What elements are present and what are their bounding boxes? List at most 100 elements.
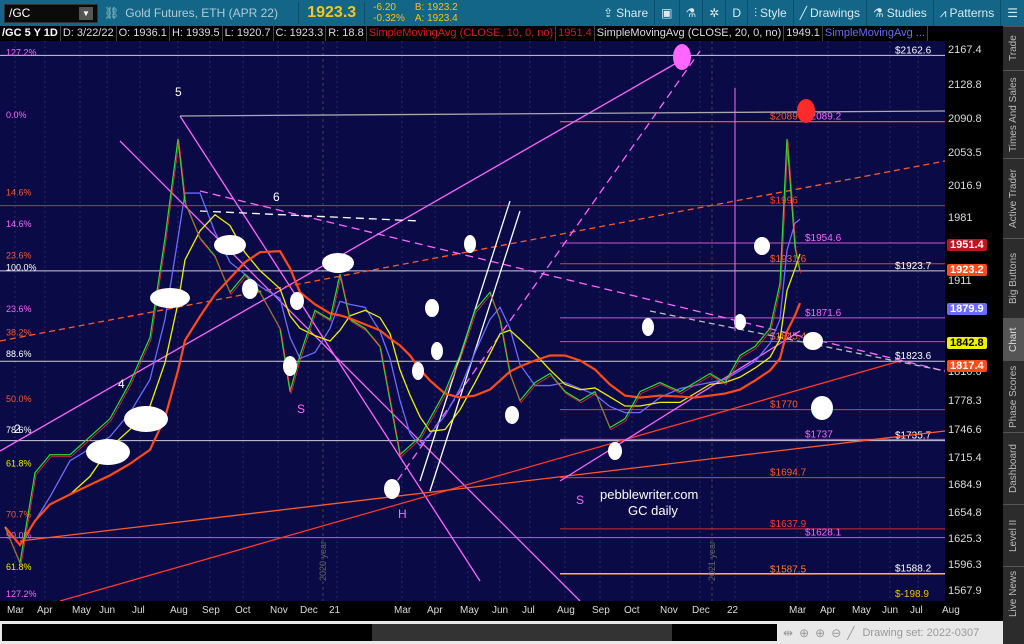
marker-oval <box>214 235 246 255</box>
year-label: 2021 year <box>707 541 717 581</box>
price-level-label: $1954.6 <box>805 233 842 244</box>
price-axis[interactable]: 2167.4 2128.8 2090.8 2053.5 2016.9 1981 1911 18… <box>945 41 1003 601</box>
bid-value: B: 1923.2 <box>414 2 458 13</box>
alerts-button[interactable]: ▣ <box>655 0 680 26</box>
flask-button[interactable]: ⚗ <box>680 0 704 26</box>
sidebar-tab-level-ii[interactable]: Level II <box>1003 504 1024 566</box>
sidebar-tab-phase-scores[interactable]: Phase Scores <box>1003 360 1024 432</box>
scrollbar-thumb[interactable] <box>372 624 672 641</box>
bar-high: H: 1939.5 <box>170 26 223 41</box>
crosshair-icon[interactable]: ⊕ <box>799 626 809 640</box>
price-tick: 1654.8 <box>948 506 982 519</box>
time-axis[interactable]: Mar Apr May Jun Jul Aug Sep Oct Nov Dec 21 Mar Apr Ma… <box>0 601 1003 621</box>
time-tick: Aug <box>170 605 188 616</box>
zoom-in-icon[interactable]: ⊕ <box>815 626 825 640</box>
right-sidebar: Trade Times And Sales Active Trader Big But… <box>1003 26 1024 644</box>
sma10-value: 1951.4 <box>556 26 595 41</box>
price-tick: 1778.3 <box>948 395 982 408</box>
candle-icon: ⫶ <box>754 5 758 20</box>
marker-oval <box>242 279 258 299</box>
time-tick: Oct <box>235 605 251 616</box>
price-tick: 2090.8 <box>948 113 982 126</box>
settings-button[interactable]: ✲ <box>703 0 727 26</box>
price-tick: 1746.6 <box>948 423 982 436</box>
patterns-button[interactable]: ⩘ Patterns <box>934 0 1002 26</box>
time-tick: May <box>852 605 871 616</box>
time-tick: Jun <box>99 605 116 616</box>
link-icon[interactable]: ⛓ <box>104 6 119 20</box>
share-button[interactable]: ⇪ Share <box>597 0 656 26</box>
draw-line-icon[interactable]: ╱ <box>847 626 854 640</box>
time-tick: Aug <box>557 605 575 616</box>
chart-footer: ⇹ ⊕ ⊕ ⊖ ╱ Drawing set: 2022-0307 <box>0 621 1003 644</box>
chart-scrollbar[interactable] <box>2 624 777 641</box>
marker-oval <box>608 442 622 460</box>
zoom-out-icon[interactable]: ⊖ <box>831 626 841 640</box>
trend-line <box>19 430 946 542</box>
sidebar-tab-active-trader[interactable]: Active Trader <box>1003 158 1024 238</box>
annotation-w5: 5 <box>175 85 182 99</box>
time-tick: Apr <box>820 605 836 616</box>
price-chart[interactable]: $2162.6 $2089.2 $2089 $1996 $1954.6 $1931.6 $1… <box>0 41 951 607</box>
sma3-label: SimpleMovingAvg ... <box>823 26 928 41</box>
price-tick: 1684.9 <box>948 479 982 492</box>
price-tag: 1817.4 <box>947 359 987 372</box>
price-tick: 1567.9 <box>948 584 982 597</box>
time-tick: Jul <box>522 605 535 616</box>
time-tick: 21 <box>329 605 341 616</box>
fib-label: 61.8% <box>6 562 32 572</box>
time-tick: Dec <box>692 605 710 616</box>
ask-value: A: 1923.4 <box>414 13 458 24</box>
flask-icon: ⚗ <box>872 6 884 20</box>
drawing-set-selector[interactable]: Drawing set: 2022-0307 <box>862 627 979 639</box>
fib-label: 38.2% <box>6 327 32 337</box>
instrument-description: Gold Futures, ETH (APR 22) <box>125 6 278 20</box>
time-tick: Apr <box>427 605 443 616</box>
price-tick: 1981 <box>948 212 973 225</box>
studies-button[interactable]: ⚗ Studies <box>867 0 934 26</box>
net-change: -6.20 -0.32% <box>373 2 405 24</box>
sidebar-tab-live-news[interactable]: Live News <box>1003 566 1024 620</box>
pencil-line-icon: ╱ <box>799 6 807 20</box>
sidebar-tab-trade[interactable]: Trade <box>1003 26 1024 70</box>
sma10-label: SimpleMovingAvg (CLOSE, 10, 0, no) <box>367 26 557 41</box>
fib-label: 23.6% <box>6 304 32 314</box>
time-tick: Nov <box>270 605 288 616</box>
marker-oval <box>384 479 400 499</box>
chart-canvas[interactable]: $2162.6$2089.2$2089$1996$1954.6$1931.6$1… <box>0 41 951 607</box>
sidebar-tab-chart[interactable]: Chart <box>1003 318 1024 360</box>
price-level-label: $1737 <box>805 429 833 440</box>
fib-label: 14.6% <box>6 219 32 229</box>
sidebar-tab-dashboard[interactable]: Dashboard <box>1003 432 1024 504</box>
bar-range: R: 18.8 <box>326 26 367 41</box>
bar-close: C: 1923.3 <box>274 26 327 41</box>
annotation-w4: 4 <box>118 377 125 391</box>
bar-open: O: 1936.1 <box>117 26 170 41</box>
chart-info-bar: /GC 5 Y 1D D: 3/22/22 O: 1936.1 H: 1939.… <box>0 26 1003 41</box>
drawings-button[interactable]: ╱ Drawings <box>794 0 867 26</box>
time-tick: Oct <box>624 605 640 616</box>
trend-line <box>199 210 421 222</box>
time-tick: Jul <box>910 605 923 616</box>
time-tick: May <box>72 605 91 616</box>
price-level-label: $1588.2 <box>895 564 932 575</box>
period-button[interactable]: D <box>726 0 748 26</box>
style-button[interactable]: ⫶ Style <box>748 0 794 26</box>
price-tick: 2053.5 <box>948 146 982 159</box>
sidebar-tab-big-buttons[interactable]: Big Buttons <box>1003 238 1024 318</box>
fib-label: 14.6% <box>6 188 32 198</box>
annotation-s1: S <box>297 402 305 416</box>
time-tick: Mar <box>7 605 25 616</box>
chevron-down-icon: ▼ <box>79 6 93 20</box>
price-level-label: $1628.1 <box>805 528 842 539</box>
patterns-icon: ⩘ <box>939 5 947 20</box>
pan-icon[interactable]: ⇹ <box>783 626 793 640</box>
symbol-selector[interactable]: /GC ▼ <box>4 3 98 23</box>
menu-button[interactable]: ☰ <box>1001 0 1024 26</box>
share-icon: ⇪ <box>603 6 614 20</box>
sidebar-tab-times-and-sales[interactable]: Times And Sales <box>1003 70 1024 158</box>
price-level-label: $2089 <box>770 112 798 123</box>
price-tick: 1715.4 <box>948 451 982 464</box>
annotation-h: H <box>398 507 407 521</box>
chart-title: /GC 5 Y 1D <box>0 26 61 41</box>
